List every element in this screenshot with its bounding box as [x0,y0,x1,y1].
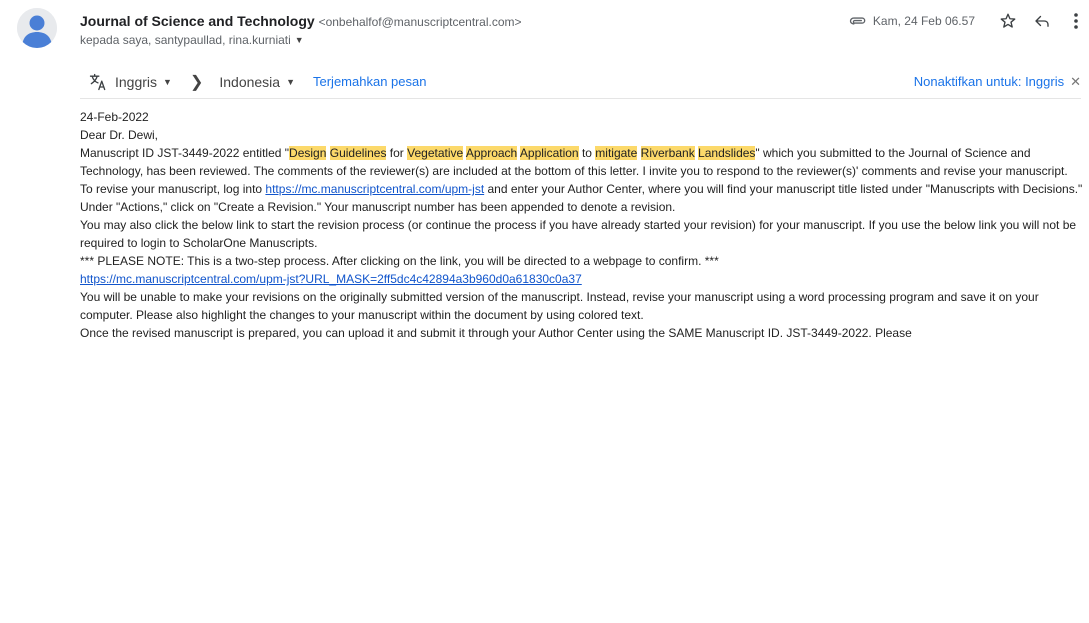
paragraph-1: Manuscript ID JST-3449-2022 entitled "De… [80,144,1087,180]
paperclip-icon[interactable] [848,11,868,31]
dropdown-arrow-icon: ▼ [163,76,172,87]
message-meta: Kam, 24 Feb 06.57 [848,10,1089,32]
text-segment: for [386,146,408,160]
recipients-toggle[interactable]: kepada saya, santypaullad, rina.kurniati… [80,33,1089,47]
highlighted-word: Riverbank [640,146,695,160]
message-body: 24-Feb-2022 Dear Dr. Dewi, Manuscript ID… [80,108,1087,342]
chevron-right-icon: ❯ [189,73,204,91]
star-icon [1000,13,1016,28]
highlighted-word: Vegetative [407,146,464,160]
letter-date: 24-Feb-2022 [80,110,149,124]
highlighted-word: mitigate [595,146,638,160]
highlighted-word: Design [289,146,327,160]
paragraph-3: You may also click the below link to sta… [80,218,1077,250]
star-button[interactable] [997,10,1019,32]
sender-name[interactable]: Journal of Science and Technology [80,13,315,29]
highlighted-word: Application [519,146,579,160]
translate-bar: Inggris ▼ ❯ Indonesia ▼ Terjemahkan pesa… [80,65,1081,99]
close-icon[interactable]: ✕ [1070,74,1081,90]
translate-icon [89,73,106,90]
target-language-label: Indonesia [219,73,281,90]
reply-icon [1035,15,1049,27]
revision-link[interactable]: https://mc.manuscriptcentral.com/upm-jst… [80,272,582,286]
reply-button[interactable] [1031,10,1053,32]
text-segment: to [578,146,596,160]
dropdown-arrow-icon: ▼ [286,76,295,87]
paragraph-5: You will be unable to make your revision… [80,290,1039,322]
translate-message-link[interactable]: Terjemahkan pesan [313,74,426,89]
sender-avatar[interactable] [17,8,57,48]
paragraph-note: *** PLEASE NOTE: This is a two-step proc… [80,254,719,268]
message-date: Kam, 24 Feb 06.57 [872,14,975,28]
greeting: Dear Dr. Dewi, [80,128,159,142]
highlighted-word: Approach [465,146,518,160]
caret-down-icon: ▼ [294,35,304,45]
text-segment: To revise your manuscript, log into [80,182,266,196]
disable-translation-link[interactable]: Nonaktifkan untuk: Inggris [914,74,1064,89]
source-language-select[interactable]: Inggris ▼ [115,74,172,90]
more-vert-icon [1074,13,1078,29]
author-center-link[interactable]: https://mc.manuscriptcentral.com/upm-jst [265,182,484,196]
source-language-label: Inggris [115,73,158,90]
more-options-button[interactable] [1065,10,1087,32]
paragraph-2: To revise your manuscript, log into http… [80,180,1087,216]
revision-link-paragraph: https://mc.manuscriptcentral.com/upm-jst… [80,270,1087,288]
target-language-select[interactable]: Indonesia ▼ [219,74,295,90]
recipients-text: kepada saya, santypaullad, rina.kurniati [80,33,291,47]
paragraph-6: Once the revised manuscript is prepared,… [80,326,912,340]
person-icon [17,8,57,48]
highlighted-word: Guidelines [329,146,387,160]
text-segment: Manuscript ID JST-3449-2022 entitled " [80,146,290,160]
sender-email: <onbehalfof@manuscriptcentral.com> [318,15,522,29]
disable-translation-group: Nonaktifkan untuk: Inggris ✕ [914,74,1081,90]
highlighted-word: Landslides [698,146,756,160]
